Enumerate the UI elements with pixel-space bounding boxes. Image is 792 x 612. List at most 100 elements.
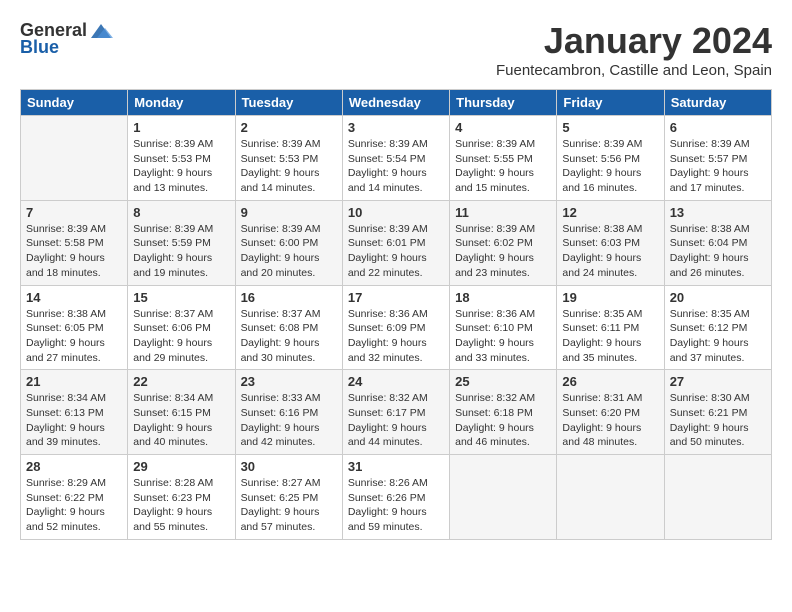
cell-date-number: 27 <box>670 374 766 389</box>
cell-info-text: Sunrise: 8:32 AMSunset: 6:17 PMDaylight:… <box>348 391 444 450</box>
calendar-day-12: 12 Sunrise: 8:38 AMSunset: 6:03 PMDayligh… <box>557 200 664 285</box>
calendar-empty-cell <box>557 455 664 540</box>
cell-date-number: 26 <box>562 374 658 389</box>
calendar-week-row: 28 Sunrise: 8:29 AMSunset: 6:22 PMDayligh… <box>21 455 772 540</box>
cell-info-text: Sunrise: 8:39 AMSunset: 6:01 PMDaylight:… <box>348 222 444 281</box>
cell-date-number: 18 <box>455 290 551 305</box>
calendar-day-5: 5Sunrise: 8:39 AMSunset: 5:56 PMDaylight… <box>557 116 664 201</box>
cell-info-text: Sunrise: 8:36 AMSunset: 6:09 PMDaylight:… <box>348 307 444 366</box>
col-header-wednesday: Wednesday <box>342 90 449 116</box>
cell-info-text: Sunrise: 8:38 AMSunset: 6:05 PMDaylight:… <box>26 307 122 366</box>
col-header-thursday: Thursday <box>450 90 557 116</box>
calendar-day-9: 9Sunrise: 8:39 AMSunset: 6:00 PMDaylight… <box>235 200 342 285</box>
cell-info-text: Sunrise: 8:36 AMSunset: 6:10 PMDaylight:… <box>455 307 551 366</box>
calendar-day-13: 13Sunrise: 8:38 AMSunset: 6:04 PMDayligh… <box>664 200 771 285</box>
col-header-sunday: Sunday <box>21 90 128 116</box>
col-header-monday: Monday <box>128 90 235 116</box>
calendar-day-25: 25Sunrise: 8:32 AMSunset: 6:18 PMDayligh… <box>450 370 557 455</box>
calendar-table: SundayMondayTuesdayWednesdayThursdayFrid… <box>20 89 772 540</box>
calendar-empty-cell <box>21 116 128 201</box>
cell-info-text: Sunrise: 8:39 AMSunset: 5:58 PMDaylight:… <box>26 222 122 281</box>
logo: General Blue <box>20 20 113 58</box>
calendar-day-11: 11 Sunrise: 8:39 AMSunset: 6:02 PMDayligh… <box>450 200 557 285</box>
logo-icon <box>89 22 113 40</box>
cell-info-text: Sunrise: 8:33 AMSunset: 6:16 PMDaylight:… <box>241 391 337 450</box>
calendar-day-3: 3Sunrise: 8:39 AMSunset: 5:54 PMDaylight… <box>342 116 449 201</box>
calendar-day-8: 8 Sunrise: 8:39 AMSunset: 5:59 PMDaylight… <box>128 200 235 285</box>
page-header: General Blue January 2024 Fuentecambron,… <box>20 20 772 79</box>
calendar-day-7: 7 Sunrise: 8:39 AMSunset: 5:58 PMDaylight… <box>21 200 128 285</box>
calendar-day-27: 27 Sunrise: 8:30 AMSunset: 6:21 PMDayligh… <box>664 370 771 455</box>
calendar-day-18: 18 Sunrise: 8:36 AMSunset: 6:10 PMDayligh… <box>450 285 557 370</box>
cell-info-text: Sunrise: 8:39 AMSunset: 6:00 PMDaylight:… <box>241 222 337 281</box>
month-title: January 2024 <box>496 20 772 62</box>
calendar-header-row: SundayMondayTuesdayWednesdayThursdayFrid… <box>21 90 772 116</box>
calendar-week-row: 1 Sunrise: 8:39 AMSunset: 5:53 PMDaylight… <box>21 116 772 201</box>
cell-info-text: Sunrise: 8:30 AMSunset: 6:21 PMDaylight:… <box>670 391 766 450</box>
cell-date-number: 21 <box>26 374 122 389</box>
calendar-day-2: 2 Sunrise: 8:39 AMSunset: 5:53 PMDaylight… <box>235 116 342 201</box>
cell-date-number: 31 <box>348 459 444 474</box>
cell-date-number: 2 <box>241 120 337 135</box>
calendar-day-19: 19 Sunrise: 8:35 AMSunset: 6:11 PMDayligh… <box>557 285 664 370</box>
cell-date-number: 1 <box>133 120 229 135</box>
cell-info-text: Sunrise: 8:31 AMSunset: 6:20 PMDaylight:… <box>562 391 658 450</box>
cell-date-number: 30 <box>241 459 337 474</box>
cell-info-text: Sunrise: 8:39 AMSunset: 6:02 PMDaylight:… <box>455 222 551 281</box>
cell-date-number: 12 <box>562 205 658 220</box>
calendar-day-15: 15Sunrise: 8:37 AMSunset: 6:06 PMDayligh… <box>128 285 235 370</box>
cell-info-text: Sunrise: 8:34 AMSunset: 6:13 PMDaylight:… <box>26 391 122 450</box>
calendar-week-row: 21 Sunrise: 8:34 AMSunset: 6:13 PMDayligh… <box>21 370 772 455</box>
cell-date-number: 28 <box>26 459 122 474</box>
title-block: January 2024 Fuentecambron, Castille and… <box>496 20 772 79</box>
calendar-day-22: 22Sunrise: 8:34 AMSunset: 6:15 PMDayligh… <box>128 370 235 455</box>
cell-info-text: Sunrise: 8:29 AMSunset: 6:22 PMDaylight:… <box>26 476 122 535</box>
cell-info-text: Sunrise: 8:37 AMSunset: 6:08 PMDaylight:… <box>241 307 337 366</box>
calendar-week-row: 14 Sunrise: 8:38 AMSunset: 6:05 PMDayligh… <box>21 285 772 370</box>
cell-info-text: Sunrise: 8:26 AMSunset: 6:26 PMDaylight:… <box>348 476 444 535</box>
cell-info-text: Sunrise: 8:37 AMSunset: 6:06 PMDaylight:… <box>133 307 229 366</box>
cell-date-number: 7 <box>26 205 122 220</box>
col-header-tuesday: Tuesday <box>235 90 342 116</box>
cell-info-text: Sunrise: 8:35 AMSunset: 6:11 PMDaylight:… <box>562 307 658 366</box>
cell-info-text: Sunrise: 8:39 AMSunset: 5:53 PMDaylight:… <box>133 137 229 196</box>
calendar-day-31: 31 Sunrise: 8:26 AMSunset: 6:26 PMDayligh… <box>342 455 449 540</box>
col-header-friday: Friday <box>557 90 664 116</box>
cell-date-number: 20 <box>670 290 766 305</box>
calendar-day-30: 30 Sunrise: 8:27 AMSunset: 6:25 PMDayligh… <box>235 455 342 540</box>
calendar-day-26: 26 Sunrise: 8:31 AMSunset: 6:20 PMDayligh… <box>557 370 664 455</box>
calendar-day-10: 10Sunrise: 8:39 AMSunset: 6:01 PMDayligh… <box>342 200 449 285</box>
cell-info-text: Sunrise: 8:38 AMSunset: 6:03 PMDaylight:… <box>562 222 658 281</box>
cell-info-text: Sunrise: 8:39 AMSunset: 5:56 PMDaylight:… <box>562 137 658 196</box>
cell-info-text: Sunrise: 8:28 AMSunset: 6:23 PMDaylight:… <box>133 476 229 535</box>
cell-date-number: 23 <box>241 374 337 389</box>
cell-date-number: 16 <box>241 290 337 305</box>
cell-info-text: Sunrise: 8:27 AMSunset: 6:25 PMDaylight:… <box>241 476 337 535</box>
logo-blue: Blue <box>20 37 59 58</box>
cell-info-text: Sunrise: 8:39 AMSunset: 5:53 PMDaylight:… <box>241 137 337 196</box>
cell-date-number: 4 <box>455 120 551 135</box>
calendar-day-17: 17Sunrise: 8:36 AMSunset: 6:09 PMDayligh… <box>342 285 449 370</box>
calendar-day-14: 14 Sunrise: 8:38 AMSunset: 6:05 PMDayligh… <box>21 285 128 370</box>
calendar-day-28: 28 Sunrise: 8:29 AMSunset: 6:22 PMDayligh… <box>21 455 128 540</box>
cell-date-number: 6 <box>670 120 766 135</box>
col-header-saturday: Saturday <box>664 90 771 116</box>
calendar-day-23: 23 Sunrise: 8:33 AMSunset: 6:16 PMDayligh… <box>235 370 342 455</box>
cell-info-text: Sunrise: 8:34 AMSunset: 6:15 PMDaylight:… <box>133 391 229 450</box>
calendar-day-16: 16 Sunrise: 8:37 AMSunset: 6:08 PMDayligh… <box>235 285 342 370</box>
calendar-day-1: 1 Sunrise: 8:39 AMSunset: 5:53 PMDaylight… <box>128 116 235 201</box>
cell-date-number: 14 <box>26 290 122 305</box>
cell-info-text: Sunrise: 8:39 AMSunset: 5:59 PMDaylight:… <box>133 222 229 281</box>
cell-date-number: 25 <box>455 374 551 389</box>
calendar-day-29: 29Sunrise: 8:28 AMSunset: 6:23 PMDayligh… <box>128 455 235 540</box>
cell-date-number: 19 <box>562 290 658 305</box>
cell-date-number: 3 <box>348 120 444 135</box>
cell-info-text: Sunrise: 8:39 AMSunset: 5:55 PMDaylight:… <box>455 137 551 196</box>
cell-date-number: 11 <box>455 205 551 220</box>
calendar-empty-cell <box>664 455 771 540</box>
cell-date-number: 8 <box>133 205 229 220</box>
calendar-empty-cell <box>450 455 557 540</box>
cell-date-number: 24 <box>348 374 444 389</box>
calendar-day-4: 4 Sunrise: 8:39 AMSunset: 5:55 PMDaylight… <box>450 116 557 201</box>
calendar-day-21: 21 Sunrise: 8:34 AMSunset: 6:13 PMDayligh… <box>21 370 128 455</box>
